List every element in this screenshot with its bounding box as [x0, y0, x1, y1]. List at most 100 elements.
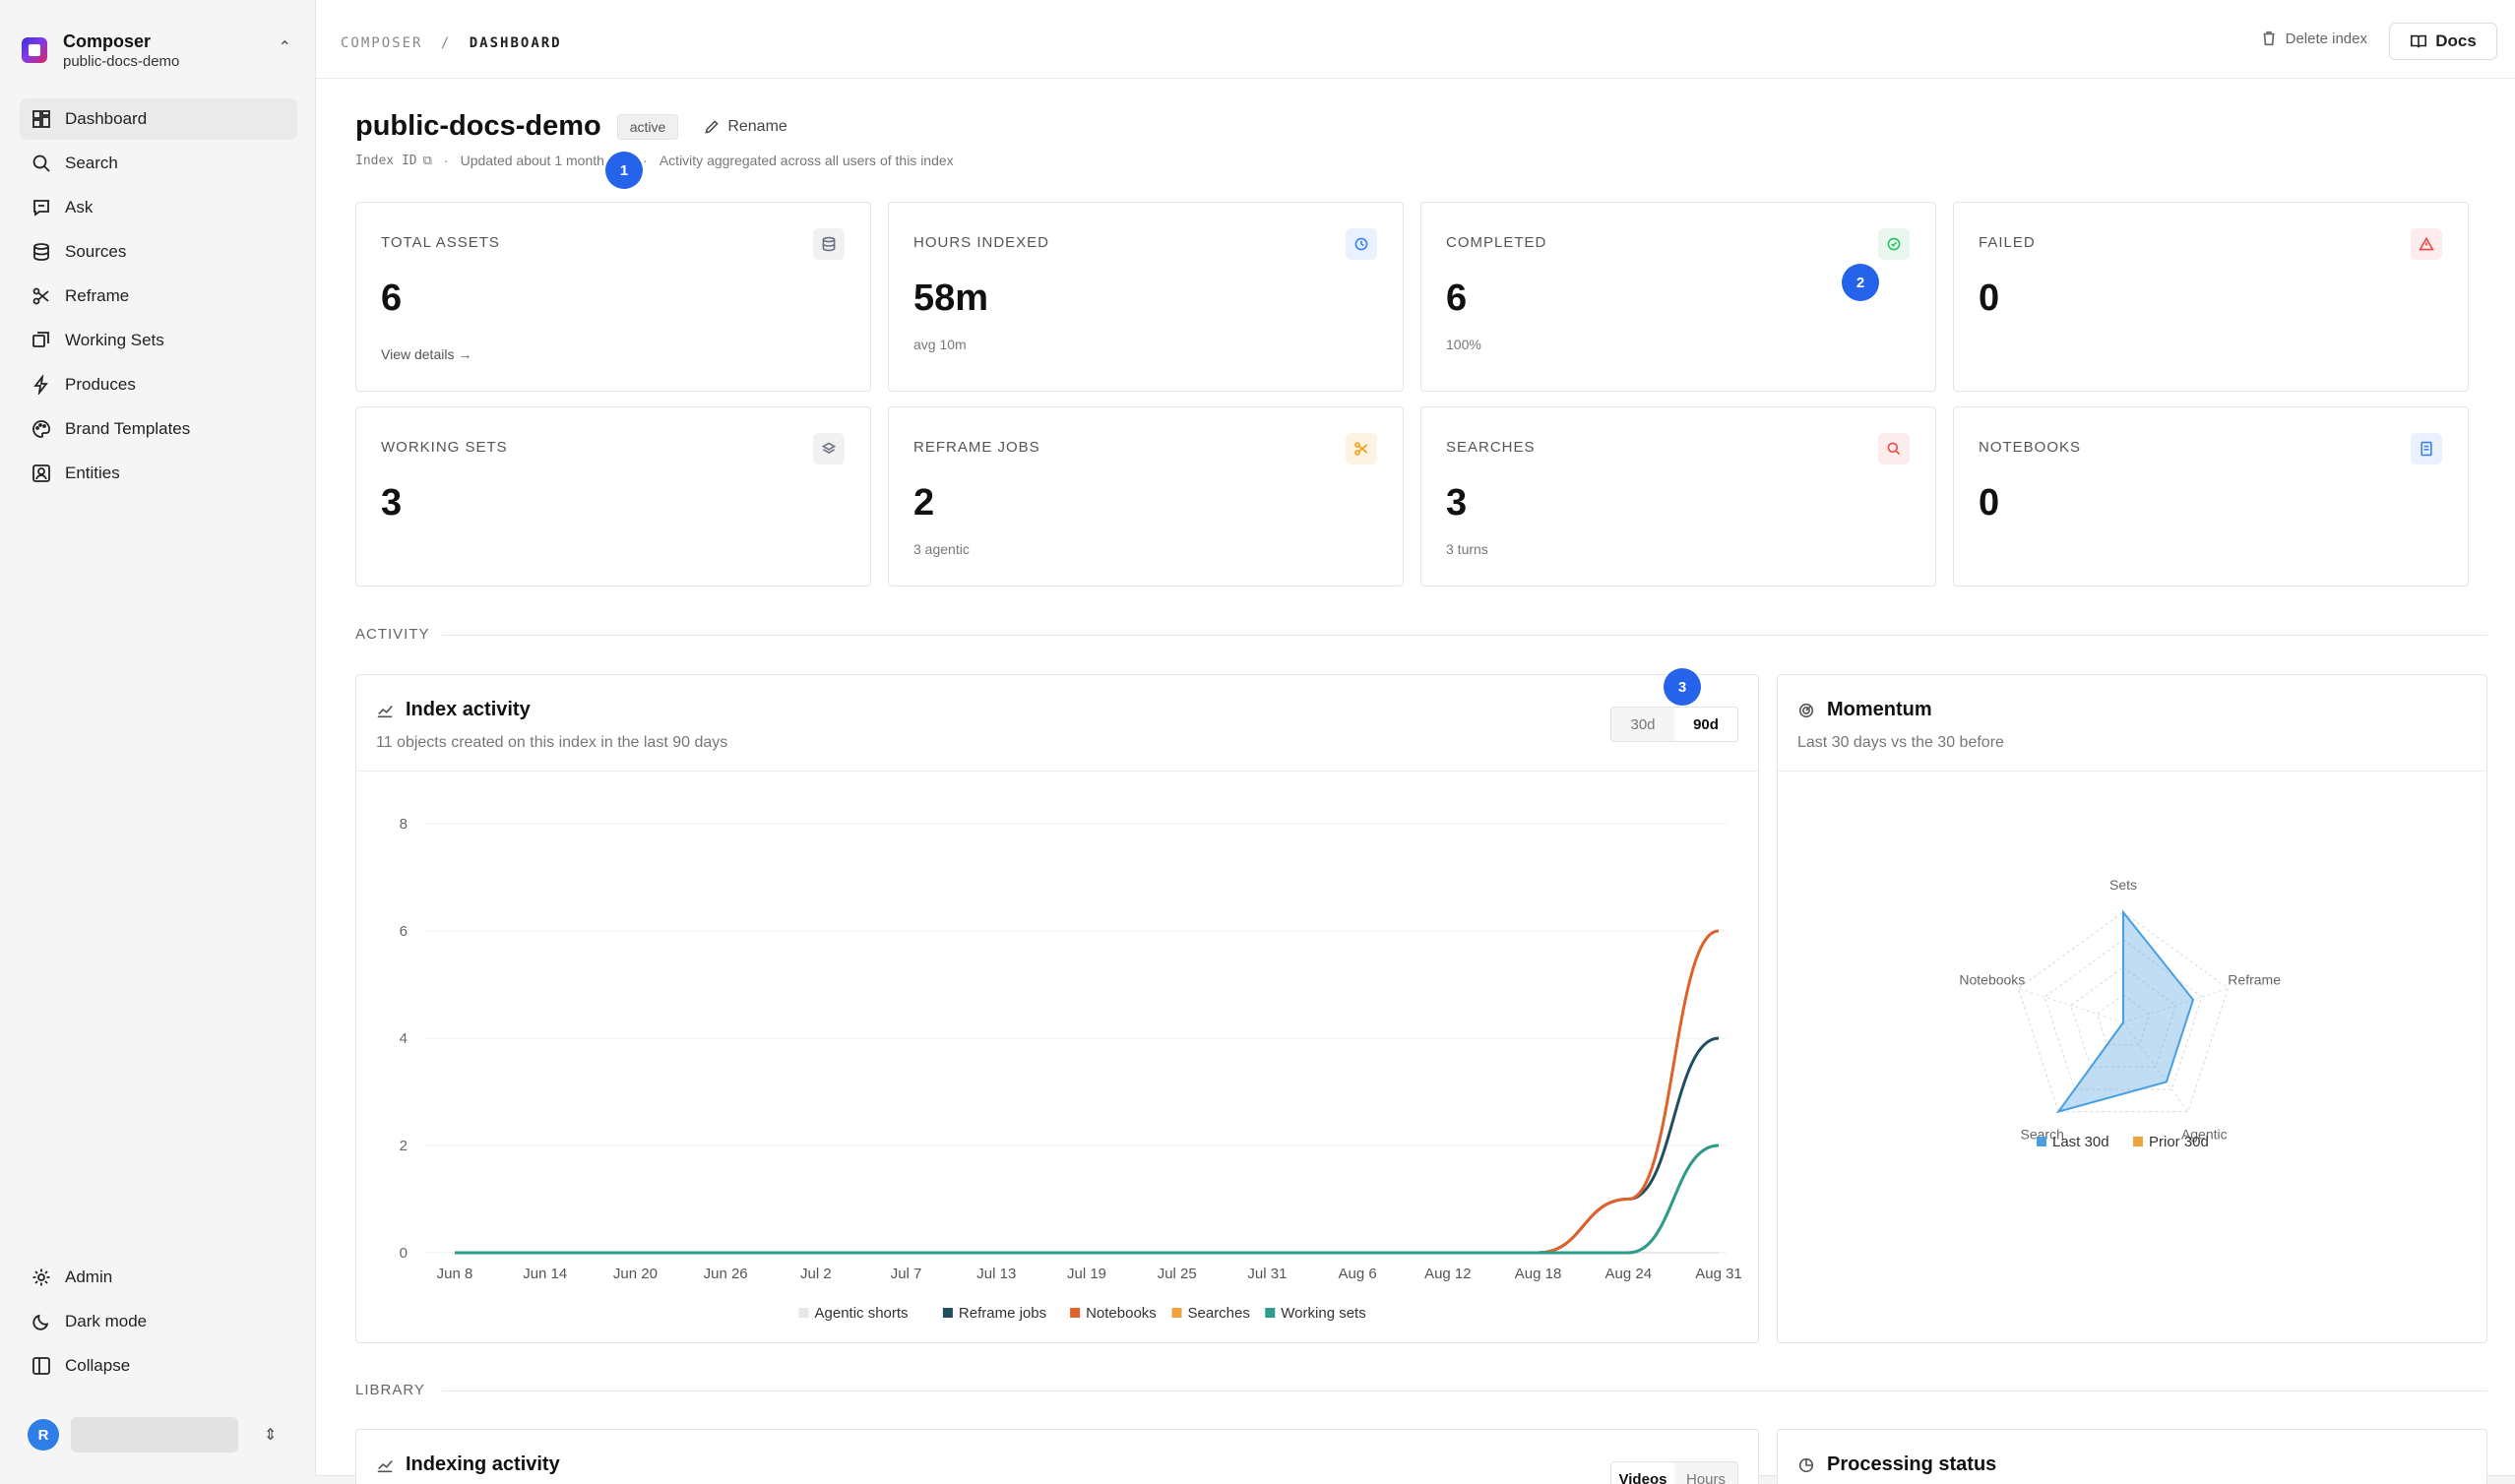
legend-swatch: [942, 1308, 953, 1318]
stat-label: WORKING SETS: [381, 439, 508, 456]
stat-label: HOURS INDEXED: [913, 234, 1050, 251]
sidebar-item-reframe[interactable]: Reframe: [20, 276, 297, 317]
legend-swatch: [1265, 1308, 1276, 1318]
sidebar-item-label: Dark mode: [65, 1312, 148, 1330]
x-tick-label: Aug 18: [1515, 1266, 1562, 1282]
breadcrumb-current: DASHBOARD: [469, 35, 562, 51]
legend-swatch: [2133, 1137, 2143, 1146]
stat-sub: 100%: [1446, 337, 1481, 352]
x-tick-label: Jul 19: [1067, 1266, 1106, 1282]
card-title: Indexing activity: [376, 1453, 560, 1476]
momentum-card: Momentum Last 30 days vs the 30 before S…: [1777, 674, 2487, 1343]
gear-icon: [32, 1268, 50, 1286]
pencil-icon: [705, 119, 719, 134]
x-tick-label: Jun 20: [613, 1266, 658, 1282]
sidebar-item-collapse[interactable]: Collapse: [20, 1345, 297, 1387]
user-name-placeholder: [71, 1417, 238, 1453]
palette-icon: [32, 420, 50, 438]
stat-value: 0: [1979, 278, 2000, 319]
database-icon: [813, 228, 845, 260]
search-icon: [1878, 433, 1910, 464]
stat-value: 6: [1446, 278, 1468, 319]
range-90d-button[interactable]: 90d: [1674, 708, 1737, 741]
x-tick-label: Jul 31: [1247, 1266, 1287, 1282]
stat-card-total-assets: TOTAL ASSETS 6 View details →: [355, 202, 871, 392]
stat-value: 0: [1979, 482, 2000, 524]
stat-label: REFRAME JOBS: [913, 439, 1040, 456]
stat-value: 3: [381, 482, 403, 524]
card-title: Processing status: [1797, 1453, 1996, 1476]
meta-separator: ·: [443, 153, 449, 168]
delete-index-button[interactable]: Delete index: [2260, 30, 2367, 47]
breadcrumb-root[interactable]: COMPOSER: [341, 35, 422, 51]
topbar: COMPOSER / DASHBOARD Delete index Docs: [316, 0, 2515, 79]
range-30d-button[interactable]: 30d: [1611, 708, 1674, 741]
processing-status-card: Processing status: [1777, 1429, 2487, 1484]
marker-badge: 3: [1664, 668, 1701, 706]
sidebar-item-ask[interactable]: Ask: [20, 187, 297, 228]
index-id-label: Index ID: [355, 153, 417, 168]
main-content: COMPOSER / DASHBOARD Delete index Docs p…: [315, 0, 2515, 1484]
meta-separator: ·: [643, 153, 648, 168]
radar-axis-label: Notebooks: [1959, 972, 2025, 988]
sidebar-item-working-sets[interactable]: Working Sets: [20, 320, 297, 361]
stat-label: TOTAL ASSETS: [381, 234, 500, 251]
marker-badge: 2: [1842, 264, 1879, 301]
videos-toggle-button[interactable]: Videos: [1611, 1462, 1674, 1484]
series-line-notebooks: [455, 929, 1720, 1255]
sidebar-item-produces[interactable]: Produces: [20, 364, 297, 405]
copy-icon[interactable]: ⧉: [423, 153, 432, 168]
composer-logo-icon: [22, 37, 47, 63]
hours-toggle-button[interactable]: Hours: [1674, 1462, 1737, 1484]
y-tick-label: 0: [400, 1245, 408, 1262]
dashboard-icon: [32, 110, 50, 128]
x-tick-label: Jun 26: [704, 1266, 748, 1282]
sidebar-item-label: Admin: [65, 1268, 113, 1286]
user-menu[interactable]: R ⇕: [28, 1415, 293, 1454]
workspace-name: Composer: [63, 31, 152, 51]
card-header: Index activity 11 objects created on thi…: [356, 675, 1758, 772]
legend-swatch: [2037, 1137, 2046, 1146]
range-toggle: 30d 90d: [1610, 707, 1738, 742]
sidebar-item-search[interactable]: Search: [20, 143, 297, 184]
index-activity-subtitle: 11 objects created on this index in the …: [376, 734, 728, 751]
momentum-subtitle: Last 30 days vs the 30 before: [1797, 734, 2004, 751]
stat-value: 6: [381, 278, 403, 319]
chart-area-icon: [377, 705, 393, 717]
stat-label: SEARCHES: [1446, 439, 1536, 456]
index-activity-card: Index activity 11 objects created on thi…: [355, 674, 1759, 1343]
docs-button[interactable]: Docs: [2389, 23, 2497, 60]
sidebar-item-entities[interactable]: Entities: [20, 453, 297, 494]
sidebar-item-label: Brand Templates: [65, 419, 191, 438]
sidebar-item-dashboard[interactable]: Dashboard: [20, 98, 297, 140]
stat-sub: 3 turns: [1446, 541, 1488, 557]
legend-label: Prior 30d: [2149, 1134, 2209, 1150]
search-icon: [32, 155, 50, 172]
stat-card-failed: FAILED 0: [1953, 202, 2469, 392]
stat-card-working-sets: WORKING SETS 3: [355, 406, 871, 587]
sidebar-item-admin[interactable]: Admin: [20, 1257, 297, 1298]
sidebar-item-brand-templates[interactable]: Brand Templates: [20, 408, 297, 450]
sidebar-item-sources[interactable]: Sources: [20, 231, 297, 273]
sidebar-item-dark-mode[interactable]: Dark mode: [20, 1301, 297, 1342]
docs-label: Docs: [2435, 31, 2477, 50]
x-tick-label: Aug 12: [1424, 1266, 1472, 1282]
book-icon: [2411, 34, 2427, 48]
scissors-icon: [32, 287, 49, 305]
stat-card-reframe-jobs: REFRAME JOBS 2 3 agentic: [888, 406, 1404, 587]
sidebar-item-label: Produces: [65, 375, 136, 394]
processing-status-title: Processing status: [1827, 1453, 1997, 1475]
view-details-link[interactable]: View details →: [381, 346, 472, 362]
bolt-icon: [33, 375, 48, 395]
notebook-icon: [2411, 433, 2442, 464]
momentum-title: Momentum: [1827, 699, 1932, 720]
rename-button[interactable]: Rename: [704, 118, 787, 136]
y-tick-label: 8: [400, 816, 408, 833]
series-line-working-sets: [455, 1144, 1720, 1255]
workspace-switcher[interactable]: Composer public-docs-demo ⌃: [22, 26, 297, 75]
momentum-radar-chart: SetsReframeAgenticSearchNotebooksLast 30…: [1959, 877, 2281, 1150]
sidebar-item-label: Collapse: [65, 1356, 131, 1375]
sidebar-item-label: Working Sets: [65, 331, 164, 349]
stat-value: 3: [1446, 482, 1468, 524]
scissors-icon: [1346, 433, 1377, 464]
